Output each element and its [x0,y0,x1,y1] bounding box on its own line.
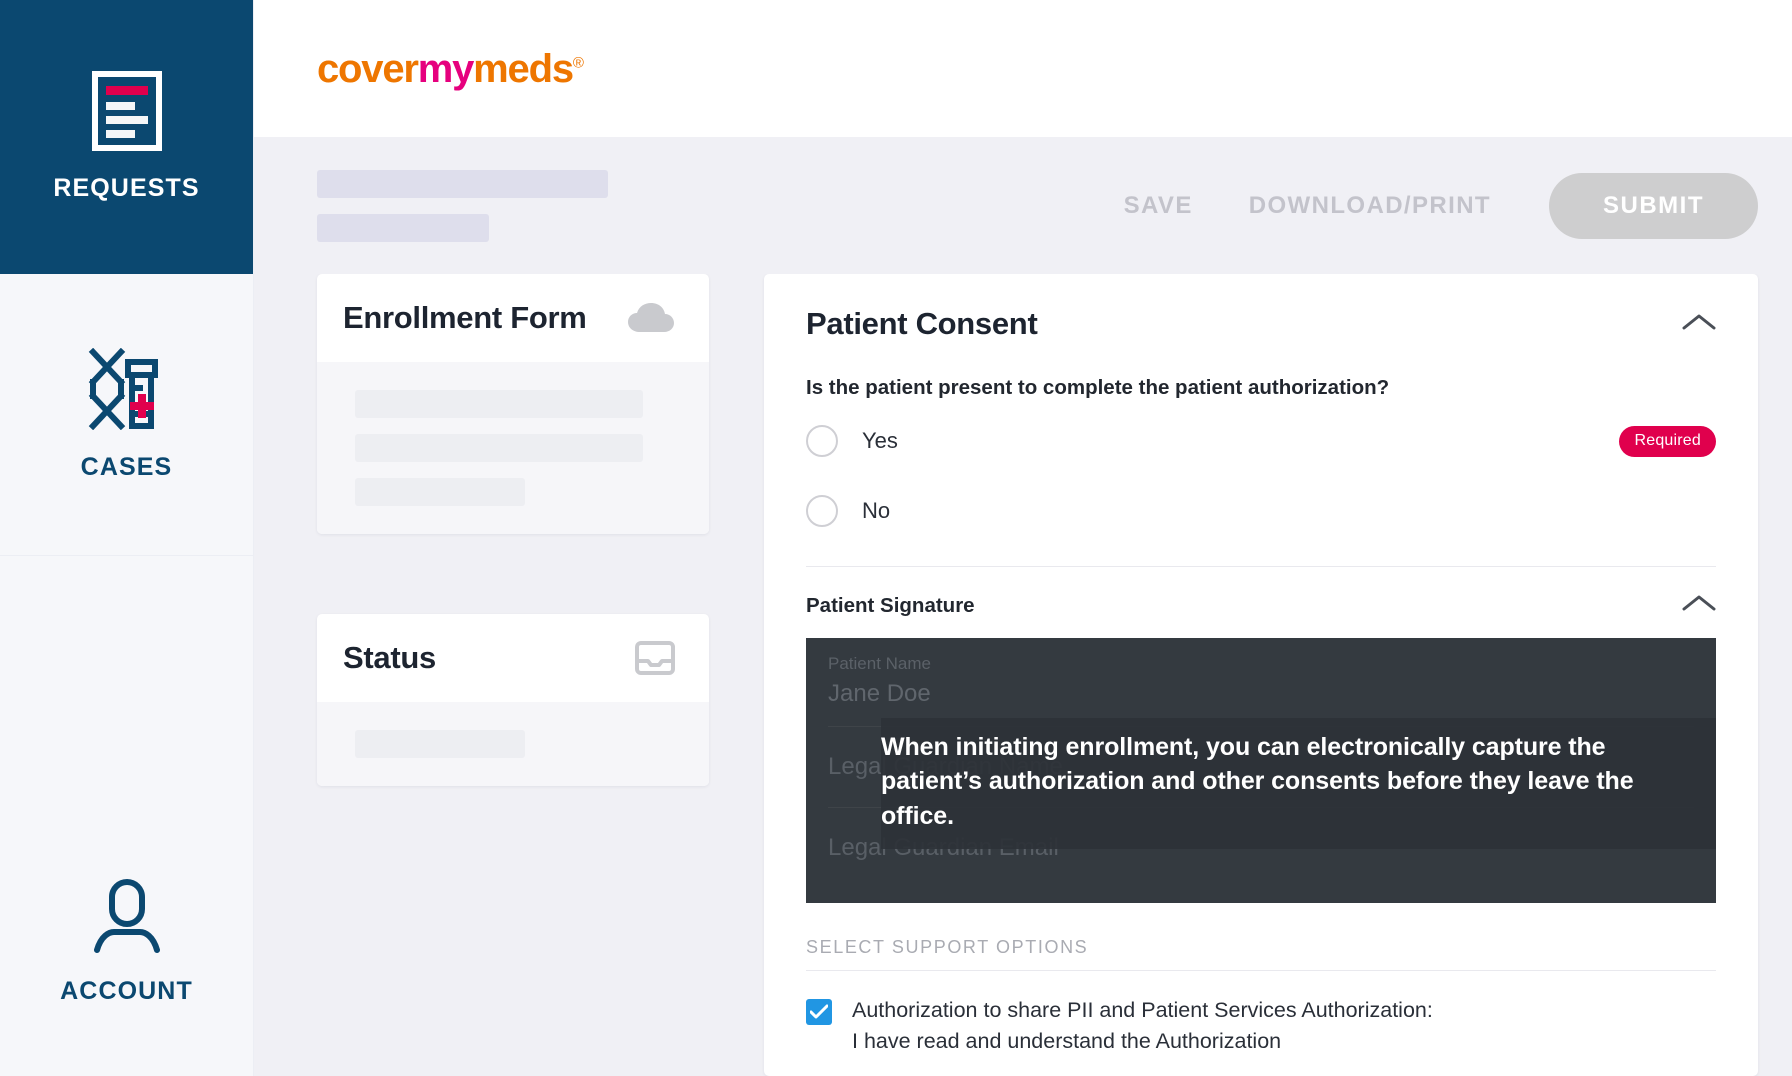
cloud-icon [627,302,675,334]
sidebar-item-requests[interactable]: REQUESTS [0,0,253,274]
status-badge: Required [1619,425,1716,457]
legal-guardian-email-field[interactable]: Legal Guardian Email [806,808,1716,888]
status-card-body [317,702,709,786]
page-title: Patient Consent [806,306,1038,341]
submit-button[interactable]: SUBMIT [1549,172,1758,239]
radio-label-yes: Yes [862,428,898,453]
patient-signature-title: Patient Signature [806,593,975,617]
radio-option-yes[interactable]: Yes Required [764,412,1758,470]
radio-button-no[interactable] [806,495,838,527]
authorization-line-2: I have read and understand the Authoriza… [852,1028,1282,1053]
legal-guardian-name-field[interactable]: Legal Guardian Name [806,727,1716,807]
patient-name-label: Patient Name [828,654,931,673]
patient-consent-header: Patient Consent [764,274,1758,360]
app-root: REQUESTS CASES ACCOUNT covermymeds® SAVE… [0,0,1792,1076]
patient-name-value: Jane Doe [828,680,931,707]
card-gap [317,534,709,614]
enrollment-form-card-header: Enrollment Form [317,274,709,362]
person-icon [89,878,165,959]
action-buttons: SAVE DOWNLOAD/PRINT SUBMIT [1096,172,1758,239]
download-print-button[interactable]: DOWNLOAD/PRINT [1221,192,1519,220]
content-placeholder-line [355,730,525,758]
title-placeholder-line-1 [317,169,608,198]
signature-form-overlay: Patient Name Jane Doe Legal Guardian Nam… [806,638,1716,903]
left-column: Enrollment Form Status [317,274,709,1076]
authorization-line-1: Authorization to share PII and Patient S… [852,998,1433,1022]
content-placeholder-line [355,478,525,506]
save-button[interactable]: SAVE [1096,192,1221,220]
status-title: Status [343,640,436,675]
logo-registered-mark: ® [572,54,584,72]
field-separator [828,726,1694,727]
chevron-up-icon[interactable] [1682,312,1716,337]
radio-label-no: No [862,498,891,523]
authorization-checkbox-row[interactable]: Authorization to share PII and Patient S… [764,971,1758,1056]
authorization-checkbox[interactable] [806,999,832,1025]
logo-text-my: my [417,46,475,91]
main-area: covermymeds® SAVE DOWNLOAD/PRINT SUBMIT … [254,0,1792,1076]
sidebar-item-label-requests: REQUESTS [53,174,200,202]
title-placeholder-line-2 [317,213,489,242]
app-header: covermymeds® [254,0,1792,137]
consent-question: Is the patient present to complete the p… [806,376,1390,399]
patient-consent-panel: Patient Consent Is the patient present t… [764,274,1758,1076]
sidebar-item-label-account: ACCOUNT [60,977,193,1005]
support-options-label: SELECT SUPPORT OPTIONS [806,937,1089,957]
document-icon [91,71,162,156]
sidebar-item-label-cases: CASES [80,452,173,481]
status-card[interactable]: Status [317,614,709,786]
enrollment-form-card-body [317,362,709,534]
title-placeholder-group [317,169,608,242]
logo-text-cover: cover [317,46,419,91]
sidebar: REQUESTS CASES ACCOUNT [0,0,254,1076]
patient-signature-header: Patient Signature [764,567,1758,638]
logo-text-meds: meds [473,46,574,91]
content-area: Enrollment Form Status Patient Consent I… [254,274,1792,1076]
sidebar-item-cases[interactable]: CASES [0,274,253,556]
enrollment-form-card[interactable]: Enrollment Form [317,274,709,534]
dna-pill-bottle-icon [87,347,167,435]
inbox-icon [635,640,675,676]
action-bar: SAVE DOWNLOAD/PRINT SUBMIT [254,137,1792,274]
covermymeds-logo[interactable]: covermymeds® [317,46,584,91]
chevron-up-icon[interactable] [1682,593,1716,618]
authorization-label: Authorization to share PII and Patient S… [852,995,1433,1056]
right-column: Patient Consent Is the patient present t… [764,274,1758,1076]
status-card-header: Status [317,614,709,702]
sidebar-item-account[interactable]: ACCOUNT [0,808,253,1076]
content-placeholder-line [355,390,643,418]
radio-button-yes[interactable] [806,425,838,457]
enrollment-form-title: Enrollment Form [343,300,587,335]
content-placeholder-line [355,434,643,462]
radio-option-no[interactable]: No [764,482,1758,540]
patient-name-field[interactable]: Patient Name Jane Doe [806,638,1716,727]
